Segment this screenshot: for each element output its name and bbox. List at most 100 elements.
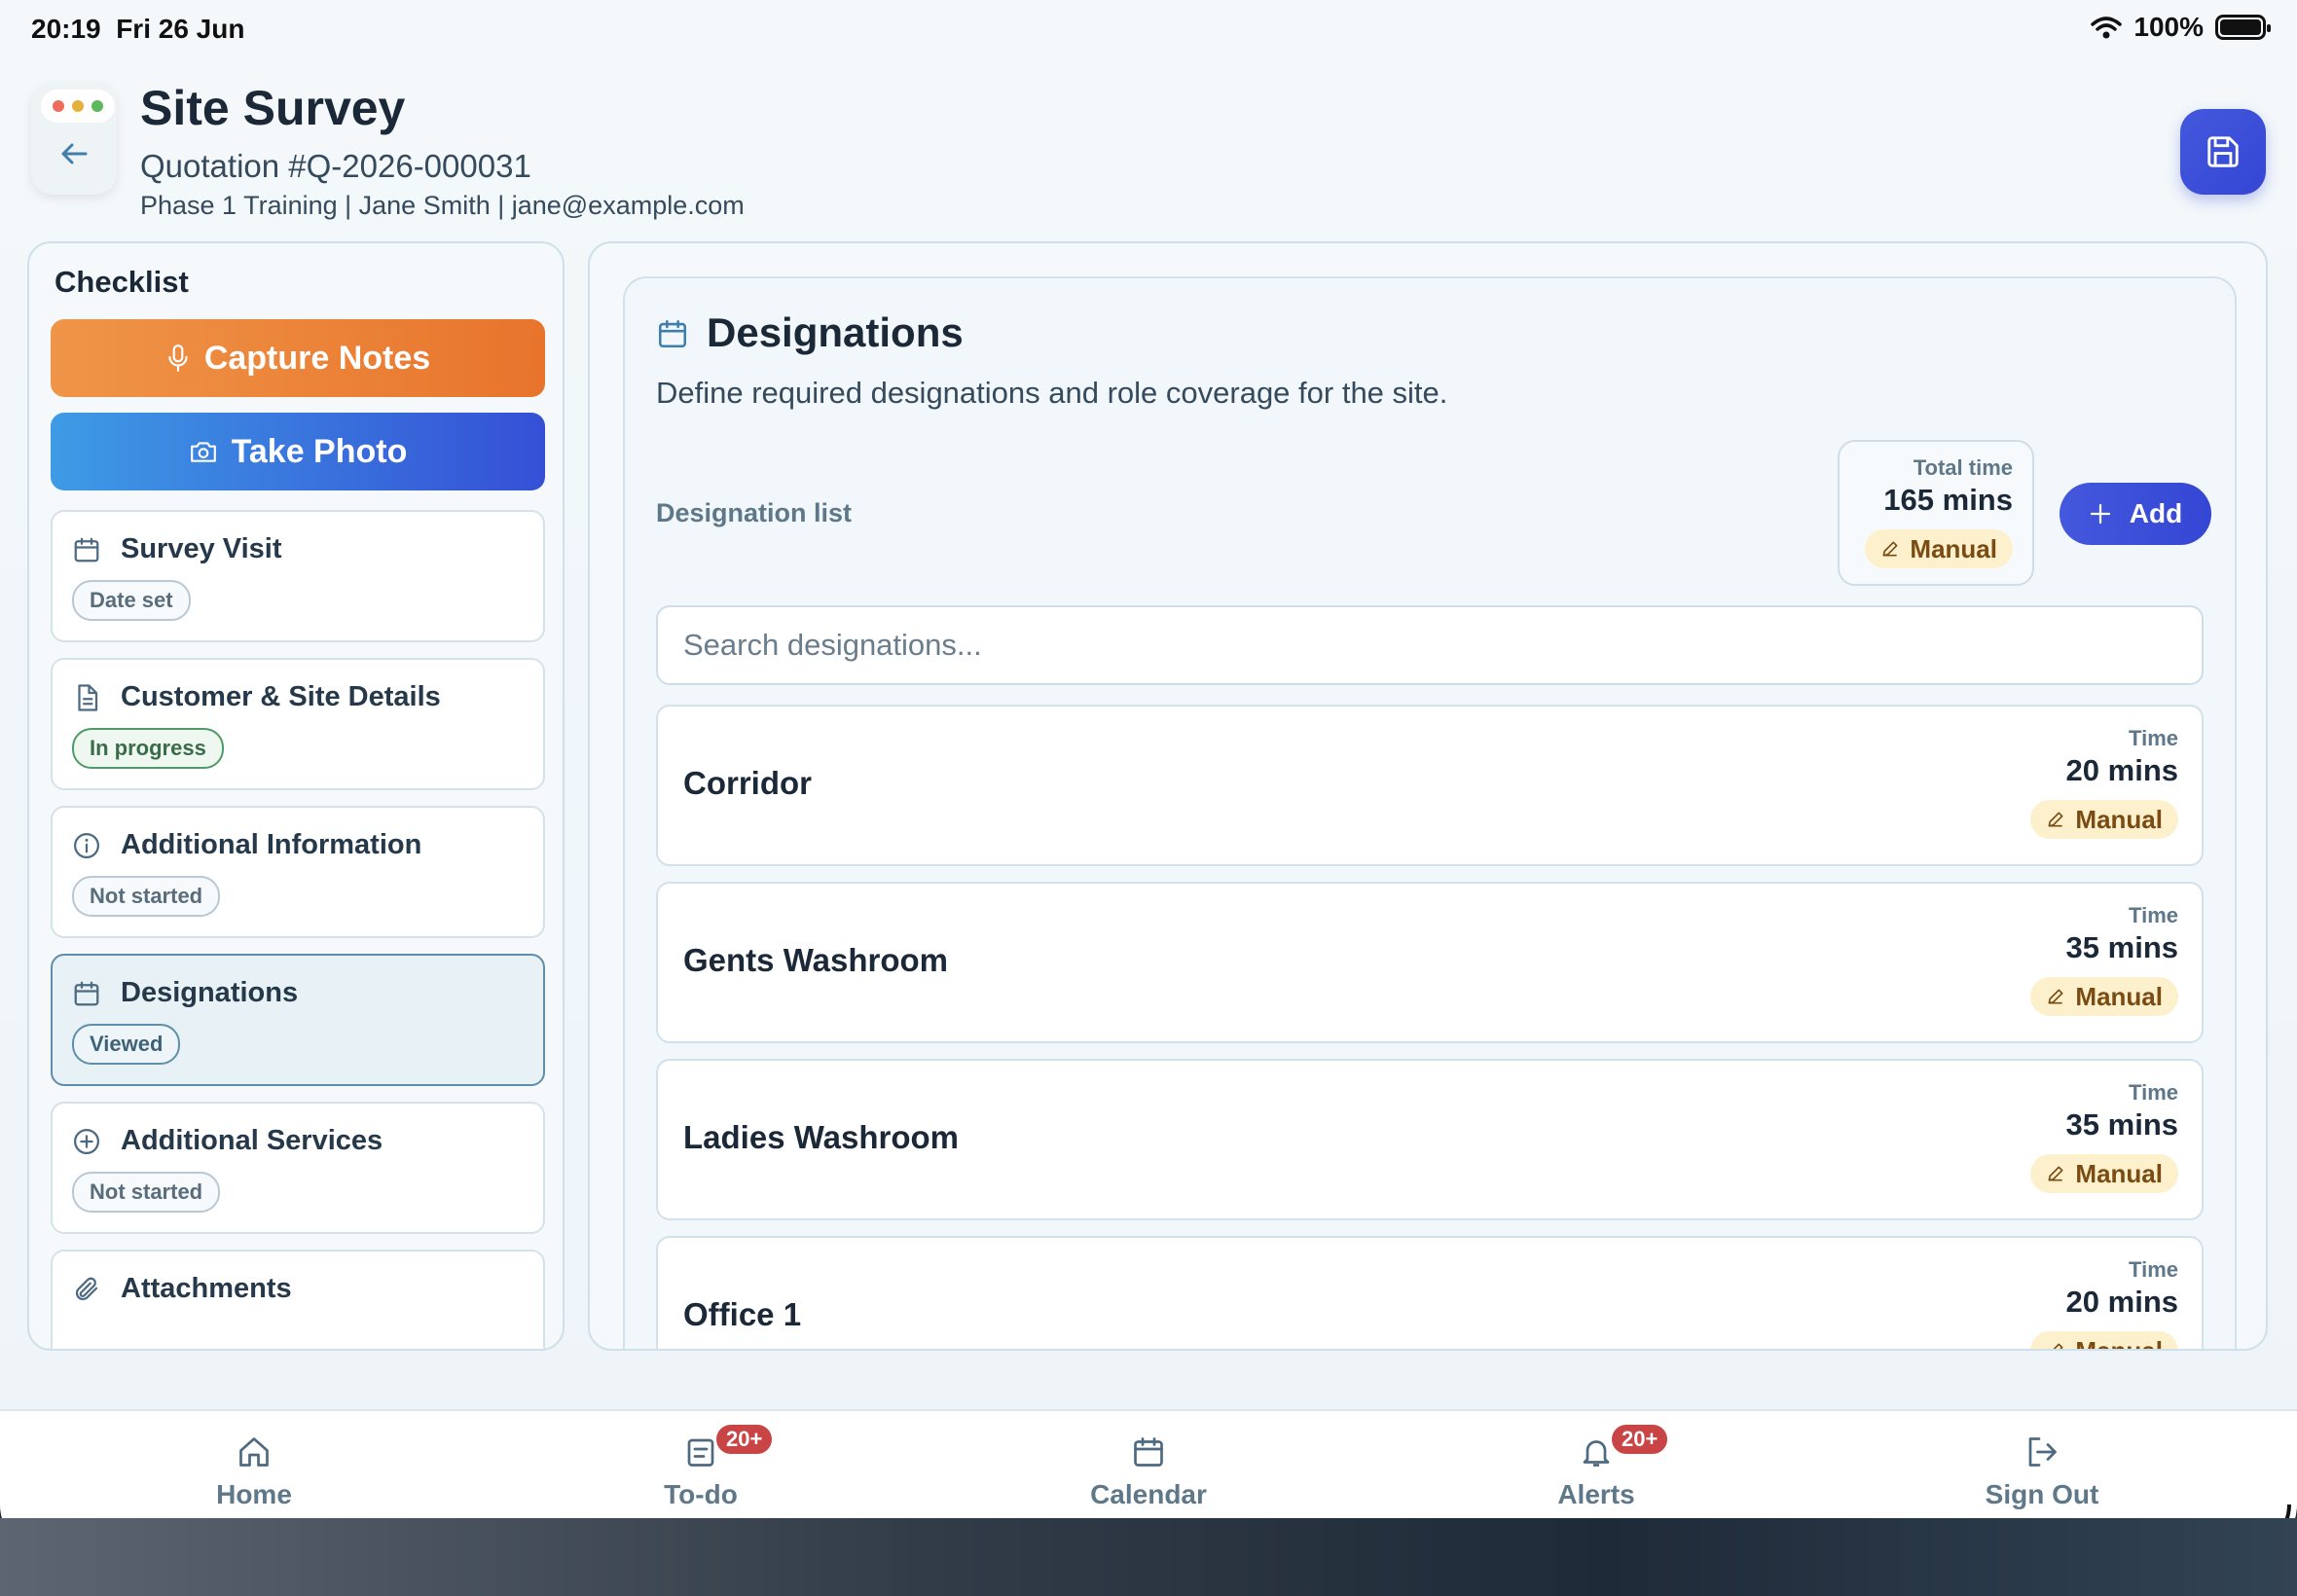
paperclip-icon <box>75 1277 98 1301</box>
checklist-item-survey-visit[interactable]: Survey Visit Date set <box>51 510 545 642</box>
designation-row-office-1[interactable]: Office 1 Time 20 mins Manual <box>656 1236 2204 1349</box>
time-value: 20 mins <box>2065 753 2178 787</box>
status-badge: Viewed <box>72 1024 181 1065</box>
checklist-item-designations[interactable]: Designations Viewed <box>51 954 545 1086</box>
designations-panel: Designations Define required designation… <box>588 241 2268 1351</box>
checklist-panel: Checklist Capture Notes Take Photo Surve… <box>27 241 565 1351</box>
window-dots[interactable] <box>41 90 115 123</box>
desktop-strip <box>0 1518 2297 1596</box>
time-label: Time <box>2129 1257 2178 1282</box>
alerts-badge: 20+ <box>1610 1423 1670 1456</box>
nav-todo[interactable]: 20+ To-do <box>584 1423 818 1510</box>
search-designations-input[interactable] <box>656 605 2204 685</box>
status-right: 100% <box>2091 12 2271 43</box>
quotation-number: Quotation #Q-2026-000031 <box>140 148 531 184</box>
battery-percent: 100% <box>2133 12 2204 42</box>
section-description: Define required designations and role co… <box>656 376 1448 410</box>
back-arrow-icon <box>61 143 88 164</box>
designation-name: Corridor <box>683 765 812 801</box>
nav-alerts[interactable]: 20+ Alerts <box>1479 1423 1713 1510</box>
pencil-icon <box>2048 1166 2063 1181</box>
checklist-item-additional-services[interactable]: Additional Services Not started <box>51 1102 545 1234</box>
designation-name: Ladies Washroom <box>683 1119 959 1155</box>
time-label: Time <box>2129 726 2178 750</box>
manual-badge: Manual <box>2030 800 2178 839</box>
checklist-item-label: Survey Visit <box>121 533 282 564</box>
status-badge: Not started <box>72 1172 221 1213</box>
calendar-icon <box>1134 1437 1163 1467</box>
checklist-item-label: Designations <box>121 977 299 1008</box>
todo-badge: 20+ <box>714 1423 775 1456</box>
capture-notes-button[interactable]: Capture Notes <box>51 319 545 397</box>
status-bar: 20:19 Fri 26 Jun 100% <box>0 0 2297 62</box>
time-value: 35 mins <box>2065 930 2178 964</box>
sign-out-icon <box>2028 1437 2057 1467</box>
section-title: Designations <box>707 309 964 355</box>
pencil-icon <box>2048 989 2063 1004</box>
screen: 20:19 Fri 26 Jun 100% Site Survey Quotat… <box>0 0 2297 1562</box>
designation-name: Office 1 <box>683 1296 802 1332</box>
total-time-label: Total time <box>1913 455 2013 480</box>
status-badge: Date set <box>72 580 191 621</box>
take-photo-button[interactable]: Take Photo <box>51 413 545 490</box>
calendar-icon <box>74 537 99 562</box>
nav-label: Alerts <box>1557 1479 1635 1509</box>
designation-row-ladies-washroom[interactable]: Ladies Washroom Time 35 mins Manual <box>656 1059 2204 1220</box>
checklist-item-additional-information[interactable]: Additional Information Not started <box>51 806 545 938</box>
total-time-value: 165 mins <box>1883 483 2013 517</box>
nav-label: To-do <box>664 1479 738 1509</box>
nav-label: Sign Out <box>1985 1479 2099 1509</box>
pencil-icon <box>2053 1343 2063 1349</box>
nav-label: Home <box>216 1479 292 1509</box>
nav-home[interactable]: Home <box>137 1431 371 1510</box>
nav-label: Calendar <box>1090 1479 1207 1509</box>
info-icon <box>74 833 99 858</box>
designation-name: Gents Washroom <box>683 942 948 978</box>
manual-badge: Manual <box>1865 529 2013 568</box>
bell-icon <box>1583 1440 1610 1467</box>
save-icon <box>2207 136 2239 167</box>
designation-row-gents-washroom[interactable]: Gents Washroom Time 35 mins Manual <box>656 882 2204 1043</box>
wifi-icon <box>2091 17 2123 39</box>
home-icon <box>239 1437 269 1467</box>
total-time-box: Total time 165 mins Manual <box>1838 440 2034 586</box>
save-button[interactable] <box>2180 109 2266 195</box>
manual-badge: Manual <box>2030 1154 2178 1193</box>
status-badge: In progress <box>72 728 224 769</box>
todo-icon <box>687 1438 714 1467</box>
checklist-item-label: Attachments <box>121 1273 292 1304</box>
status-badge: Not started <box>72 876 221 917</box>
checklist-title: Checklist <box>55 265 189 299</box>
nav-sign-out[interactable]: Sign Out <box>1925 1431 2159 1510</box>
document-icon <box>78 684 98 711</box>
calendar-icon <box>74 981 99 1006</box>
designation-list-label: Designation list <box>656 498 853 527</box>
pencil-icon <box>1882 541 1898 557</box>
camera-icon <box>190 442 216 462</box>
customer-meta: Phase 1 Training | Jane Smith | jane@exa… <box>140 191 745 220</box>
nav-calendar[interactable]: Calendar <box>1032 1431 1265 1510</box>
time-value: 35 mins <box>2065 1107 2178 1142</box>
page-title: Site Survey <box>140 81 406 135</box>
plus-icon <box>2090 503 2110 525</box>
designation-row-corridor[interactable]: Corridor Time 20 mins Manual <box>656 705 2204 866</box>
checklist-item-label: Customer & Site Details <box>121 681 441 712</box>
microphone-icon <box>168 345 188 372</box>
checklist-item-label: Additional Information <box>121 829 422 860</box>
checklist-item-attachments[interactable]: Attachments <box>51 1250 545 1349</box>
manual-badge: Manual <box>2030 977 2178 1016</box>
back-button[interactable] <box>31 82 117 195</box>
checklist-item-label: Additional Services <box>121 1125 383 1156</box>
calendar-icon <box>658 319 687 348</box>
designations-card: Designations Define required designation… <box>623 276 2237 1349</box>
add-designation-button[interactable]: Add <box>2060 483 2211 545</box>
pencil-icon <box>2048 812 2063 827</box>
time-label: Time <box>2129 903 2178 927</box>
manual-badge: Manual <box>2030 1331 2178 1349</box>
battery-icon <box>2215 15 2271 40</box>
plus-circle-icon <box>74 1129 99 1154</box>
checklist-item-customer-site-details[interactable]: Customer & Site Details In progress <box>51 658 545 790</box>
time-label: Time <box>2129 1080 2178 1105</box>
time-value: 20 mins <box>2065 1285 2178 1319</box>
status-time: 20:19 Fri 26 Jun <box>31 14 245 44</box>
